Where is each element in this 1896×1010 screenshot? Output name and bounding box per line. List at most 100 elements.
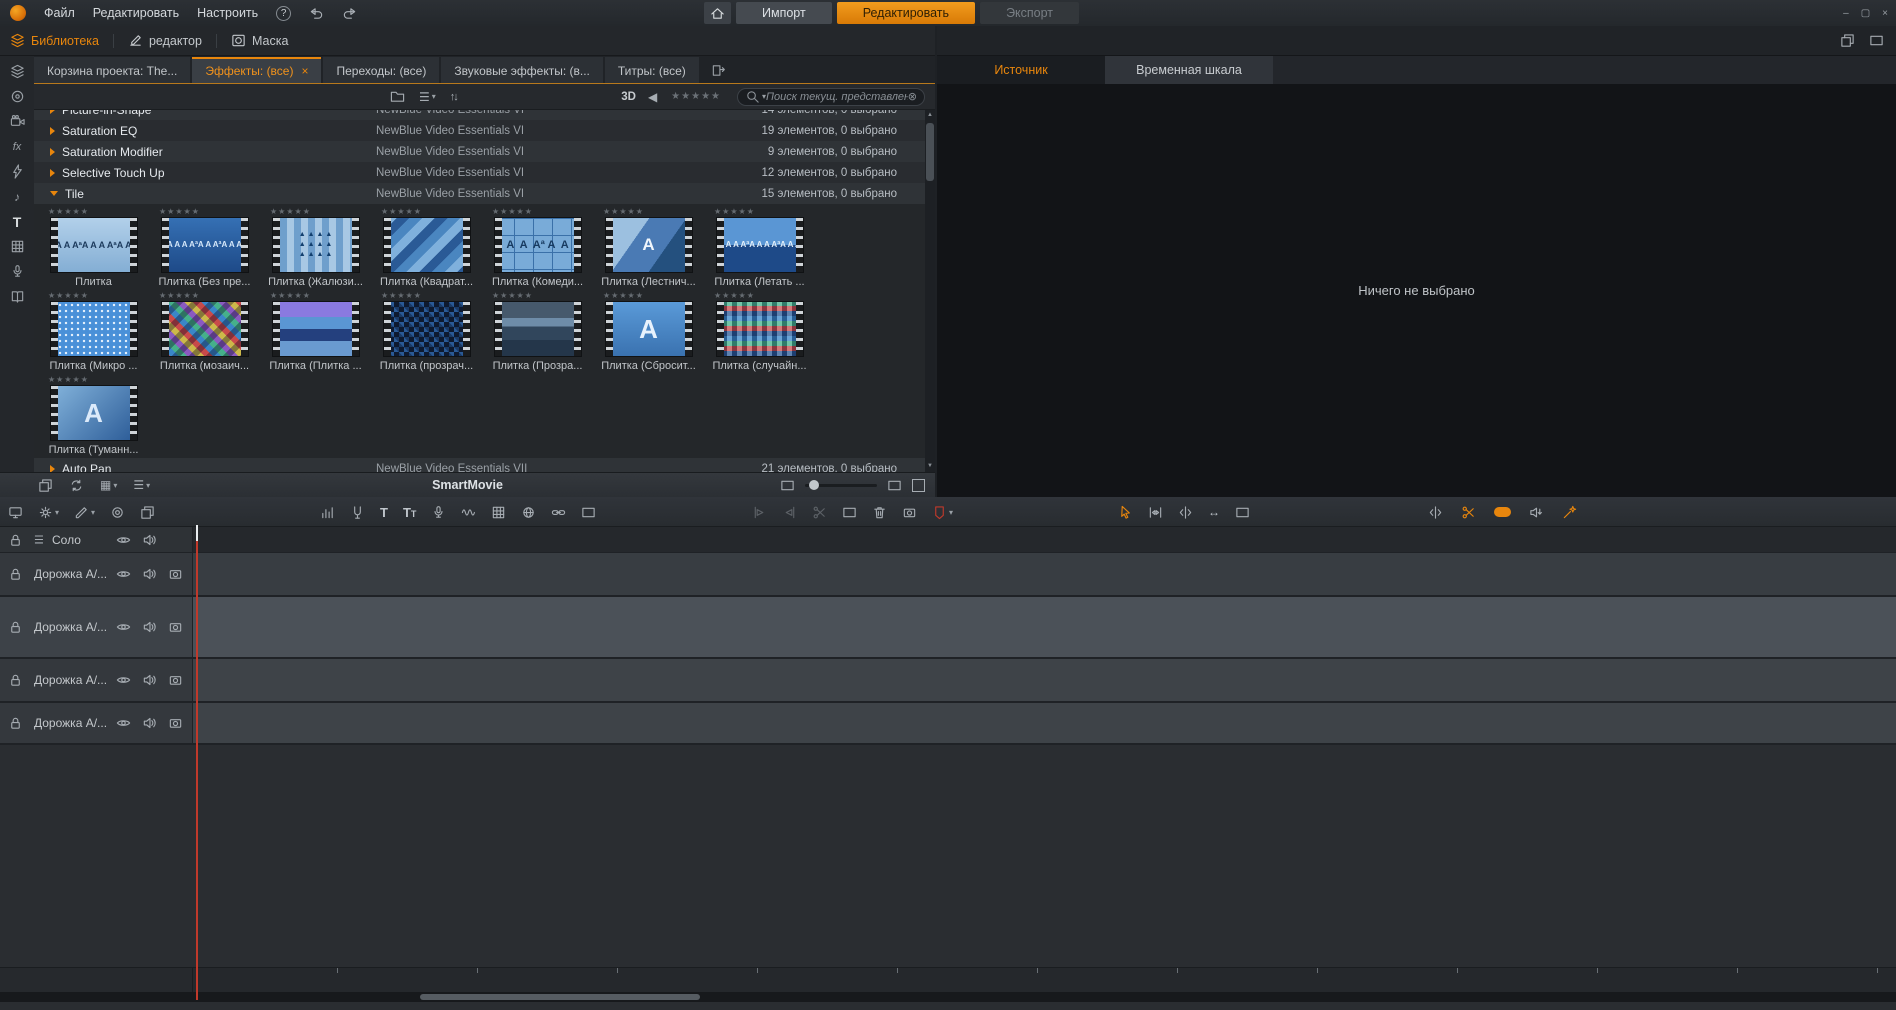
rating-stars[interactable]: ★★★★★ — [492, 207, 593, 217]
effect-thumbnail[interactable]: ★★★★★ Плитка (Микро ... — [38, 290, 149, 374]
speaker-icon[interactable] — [142, 532, 157, 547]
new-tab-icon[interactable] — [711, 63, 726, 78]
microphone-icon[interactable] — [9, 263, 26, 280]
effect-thumbnail[interactable]: ★★★★★ Плитка (Комеди... — [482, 206, 593, 290]
lock-icon[interactable] — [8, 673, 23, 688]
zoom-slider-thumb[interactable] — [809, 480, 819, 490]
import-mode-button[interactable]: Импорт — [736, 2, 832, 24]
rating-stars[interactable]: ★★★★★ — [48, 291, 149, 301]
track-label[interactable]: Дорожка А/... — [34, 620, 107, 634]
wave-icon[interactable] — [461, 505, 476, 520]
library-scrollbar[interactable]: ▲ ▼ — [925, 110, 935, 472]
audio-mixer-icon[interactable] — [320, 505, 335, 520]
lock-icon[interactable] — [8, 567, 23, 582]
rating-stars[interactable]: ★★★★★ — [48, 207, 149, 217]
smart-wand-icon[interactable] — [1562, 505, 1577, 520]
expand-triangle-icon[interactable] — [50, 148, 55, 156]
speaker-icon[interactable] — [142, 567, 157, 582]
grid-view-icon[interactable]: ▦▾ — [100, 478, 117, 492]
eye-icon[interactable] — [116, 620, 131, 635]
effect-group-row[interactable]: Picture-in-Shape NewBlue Video Essential… — [34, 110, 925, 120]
library-collection-tab[interactable]: Переходы: (все) — [323, 57, 439, 83]
menu-file[interactable]: Файл — [44, 6, 75, 20]
effect-thumbnail[interactable]: ★★★★★ Плитка (мозаич... — [149, 290, 260, 374]
tab-close-icon[interactable]: × — [301, 64, 308, 78]
mark-out-icon[interactable] — [782, 505, 797, 520]
timeline-settings-gear-icon[interactable]: ▾ — [38, 505, 59, 520]
sort-icon[interactable]: ↑↓ — [450, 91, 457, 103]
motion-cut-icon[interactable] — [1461, 505, 1476, 520]
track-header[interactable]: Дорожка А/... — [0, 659, 193, 701]
track-monitor-icon[interactable] — [8, 505, 23, 520]
playhead[interactable] — [196, 527, 198, 1000]
edit-mode-button[interactable]: Редактировать — [837, 2, 975, 24]
effect-thumbnail[interactable]: ★★★★★ Плитка — [38, 206, 149, 290]
multicam-grid-icon[interactable] — [491, 505, 506, 520]
export-mode-button[interactable]: Экспорт — [980, 2, 1079, 24]
track-label[interactable]: Дорожка А/... — [34, 673, 107, 687]
help-icon[interactable]: ? — [276, 6, 291, 21]
scroll-up-icon[interactable]: ▲ — [927, 110, 933, 121]
disc-icon[interactable] — [9, 88, 26, 105]
tuning-fork-icon[interactable] — [350, 505, 365, 520]
effect-thumbnail[interactable]: ★★★★★ Плитка (Плитка ... — [260, 290, 371, 374]
large-thumb-icon[interactable] — [887, 478, 902, 493]
eye-icon[interactable] — [116, 716, 131, 731]
speaker-icon[interactable] — [142, 620, 157, 635]
solo-lane[interactable] — [193, 527, 1896, 552]
track-header[interactable]: Дорожка А/... — [0, 553, 193, 595]
track-header[interactable]: Дорожка А/... — [0, 703, 193, 743]
library-collection-tab[interactable]: Корзина проекта: The... — [34, 57, 190, 83]
maximize-panel-icon[interactable] — [912, 479, 925, 492]
expand-triangle-icon[interactable] — [50, 127, 55, 135]
track-menu-icon[interactable]: ☰ — [34, 533, 44, 546]
mark-in-icon[interactable] — [752, 505, 767, 520]
close-icon[interactable]: × — [1882, 8, 1888, 19]
effect-thumbnail[interactable]: ★★★★★ Плитка (Туманн... — [38, 374, 149, 458]
rating-stars[interactable]: ★★★★★ — [603, 291, 704, 301]
sphere-360-icon[interactable] — [521, 505, 536, 520]
rating-stars[interactable]: ★★★★★ — [603, 207, 704, 217]
preview-tab[interactable]: Временная шкала — [1105, 56, 1273, 84]
search-clear-icon[interactable]: ⊗ — [908, 90, 917, 103]
tab-library[interactable]: Библиотека — [10, 33, 99, 48]
rating-stars[interactable]: ★★★★★ — [159, 291, 260, 301]
library-collection-tab[interactable]: Эффекты: (все) × — [192, 57, 321, 83]
rating-stars[interactable]: ★★★★★ — [714, 207, 815, 217]
small-thumb-icon[interactable] — [780, 478, 795, 493]
menu-edit[interactable]: Редактировать — [93, 6, 179, 20]
list-view-icon[interactable]: ☰▾ — [133, 478, 150, 492]
redo-icon[interactable] — [342, 6, 357, 21]
title-tool-icon[interactable]: T — [380, 505, 388, 520]
undo-icon[interactable] — [309, 6, 324, 21]
slide-mode-icon[interactable] — [1235, 505, 1250, 520]
effect-thumbnail[interactable]: ★★★★★ Плитка (Сбросит... — [593, 290, 704, 374]
eye-icon[interactable] — [116, 532, 131, 547]
slip-mode-icon[interactable]: ↔ — [1208, 505, 1220, 519]
track-label[interactable]: Дорожка А/... — [34, 716, 107, 730]
effect-group-row[interactable]: Tile NewBlue Video Essentials VI 15 элем… — [34, 183, 925, 204]
expand-triangle-icon[interactable] — [50, 169, 55, 177]
music-note-icon[interactable]: ♪ — [9, 188, 26, 205]
edit-tool-pen-icon[interactable]: ▾ — [74, 505, 95, 520]
rating-filter-stars[interactable]: ★★★★★ — [671, 91, 721, 102]
sync-icon[interactable] — [69, 478, 84, 493]
timeline-empty-area[interactable] — [0, 745, 1896, 967]
expand-triangle-icon[interactable] — [50, 465, 55, 473]
razor-icon[interactable] — [812, 505, 827, 520]
rating-stars[interactable]: ★★★★★ — [714, 291, 815, 301]
scorefitter-icon[interactable] — [1494, 507, 1511, 517]
voiceover-mic-icon[interactable] — [431, 505, 446, 520]
playhead-handle[interactable] — [196, 525, 198, 541]
rating-stars[interactable]: ★★★★★ — [270, 207, 371, 217]
lock-icon[interactable] — [8, 532, 23, 547]
effects-fx-icon[interactable]: fx — [9, 138, 26, 155]
video-camera-icon[interactable] — [9, 113, 26, 130]
rating-stars[interactable]: ★★★★★ — [381, 207, 482, 217]
effect-thumbnail[interactable]: ★★★★★ Плитка (Жалюзи... — [260, 206, 371, 290]
home-button[interactable] — [704, 2, 731, 24]
lock-icon[interactable] — [8, 620, 23, 635]
snapshot-icon[interactable] — [581, 505, 596, 520]
copy-panes-icon[interactable] — [38, 478, 53, 493]
camera-icon[interactable] — [168, 716, 183, 731]
